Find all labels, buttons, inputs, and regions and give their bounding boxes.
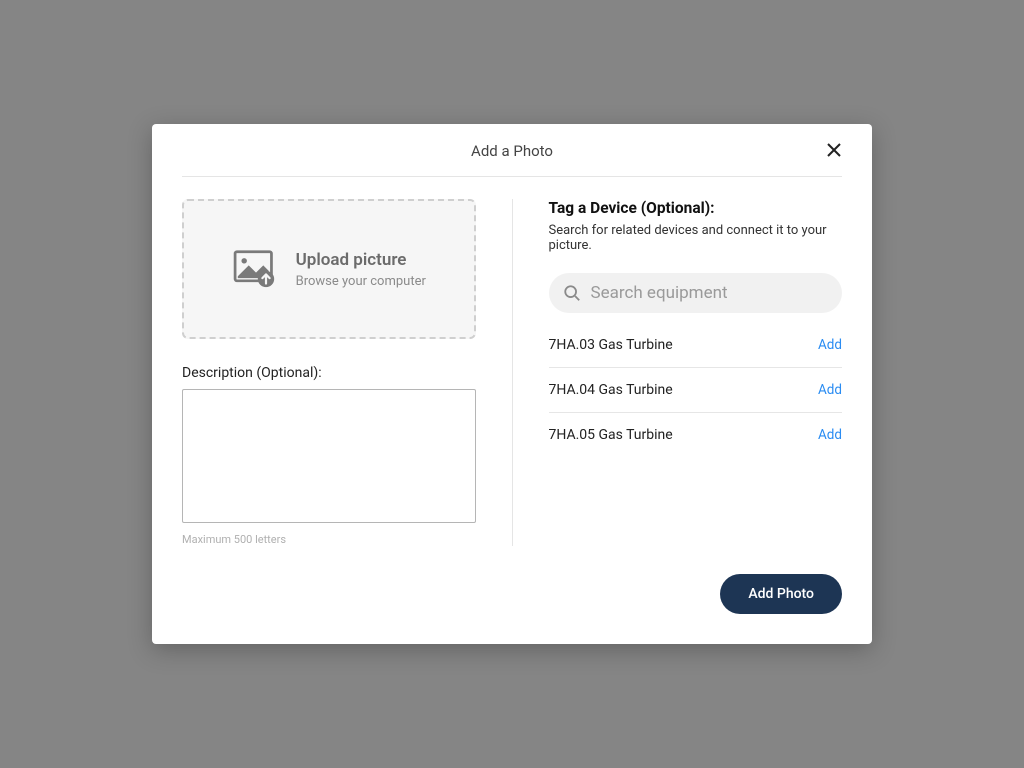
upload-heading: Upload picture: [296, 250, 426, 270]
equipment-name: 7HA.04 Gas Turbine: [549, 382, 673, 398]
column-divider: [512, 199, 513, 546]
search-input[interactable]: [591, 283, 829, 303]
upload-sub: Browse your computer: [296, 274, 426, 289]
search-field[interactable]: [549, 273, 843, 313]
equipment-row: 7HA.03 Gas Turbine Add: [549, 323, 843, 368]
tag-title: Tag a Device (Optional):: [549, 199, 843, 217]
equipment-row: 7HA.04 Gas Turbine Add: [549, 368, 843, 413]
equipment-row: 7HA.05 Gas Turbine Add: [549, 413, 843, 457]
upload-dropzone[interactable]: Upload picture Browse your computer: [182, 199, 476, 339]
equipment-add-button[interactable]: Add: [818, 337, 842, 353]
left-column: Upload picture Browse your computer Desc…: [182, 199, 476, 546]
add-photo-modal: Add a Photo Upload picture Browse your c…: [152, 124, 872, 644]
description-helper: Maximum 500 letters: [182, 533, 476, 546]
description-group: Description (Optional): Maximum 500 lett…: [182, 365, 476, 546]
modal-footer: Add Photo: [182, 574, 842, 614]
modal-body: Upload picture Browse your computer Desc…: [182, 199, 842, 546]
equipment-add-button[interactable]: Add: [818, 382, 842, 398]
tag-subtitle: Search for related devices and connect i…: [549, 223, 843, 253]
right-column: Tag a Device (Optional): Search for rela…: [549, 199, 843, 546]
description-label: Description (Optional):: [182, 365, 476, 381]
equipment-list: 7HA.03 Gas Turbine Add 7HA.04 Gas Turbin…: [549, 323, 843, 457]
close-icon: [827, 143, 841, 157]
equipment-name: 7HA.05 Gas Turbine: [549, 427, 673, 443]
description-textarea[interactable]: [182, 389, 476, 523]
modal-title: Add a Photo: [182, 142, 842, 160]
add-photo-button[interactable]: Add Photo: [720, 574, 842, 614]
search-icon: [563, 284, 581, 302]
equipment-add-button[interactable]: Add: [818, 427, 842, 443]
image-upload-icon: [232, 249, 280, 289]
upload-text: Upload picture Browse your computer: [296, 250, 426, 289]
close-button[interactable]: [822, 138, 846, 162]
equipment-name: 7HA.03 Gas Turbine: [549, 337, 673, 353]
modal-header: Add a Photo: [182, 124, 842, 177]
